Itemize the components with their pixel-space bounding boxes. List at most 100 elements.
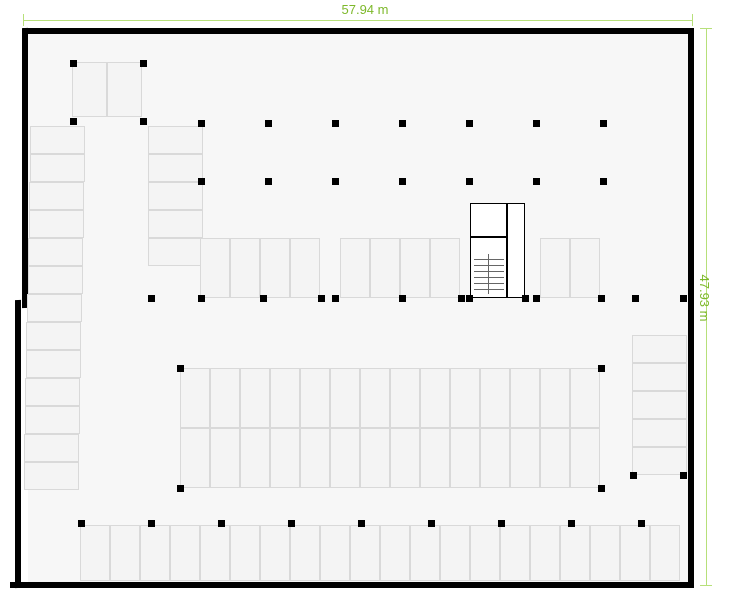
column-marker	[218, 520, 225, 527]
column-marker	[78, 520, 85, 527]
dim-height-label: 47.93 m	[697, 274, 712, 321]
parking-stall	[570, 238, 600, 298]
parking-stall	[200, 238, 230, 298]
stair-tread	[474, 289, 504, 290]
parking-stall	[590, 525, 620, 581]
parking-stall	[350, 525, 380, 581]
column-marker	[332, 120, 339, 127]
column-marker	[638, 520, 645, 527]
parking-stall	[390, 428, 420, 488]
parking-stall	[260, 525, 290, 581]
parking-stall	[27, 294, 82, 322]
parking-stall	[380, 525, 410, 581]
parking-stall	[180, 368, 210, 428]
column-marker	[533, 120, 540, 127]
column-marker	[498, 520, 505, 527]
parking-stall	[570, 428, 600, 488]
parking-stall	[560, 525, 590, 581]
parking-stall	[300, 368, 330, 428]
column-marker	[598, 295, 605, 302]
column-marker	[198, 178, 205, 185]
outer-wall-top	[23, 28, 694, 34]
dim-tick	[692, 14, 693, 26]
parking-stall	[24, 462, 79, 490]
parking-stall	[200, 525, 230, 581]
parking-stall	[540, 368, 570, 428]
column-marker	[260, 295, 267, 302]
parking-stall	[260, 238, 290, 298]
column-marker	[598, 365, 605, 372]
parking-stall	[340, 238, 370, 298]
column-marker	[198, 295, 205, 302]
parking-stall	[330, 368, 360, 428]
column-marker	[533, 178, 540, 185]
column-marker	[522, 295, 529, 302]
parking-stall	[29, 210, 84, 238]
parking-stall	[230, 525, 260, 581]
parking-stall	[632, 447, 687, 475]
dim-width-label: 57.94 m	[342, 2, 389, 17]
parking-stall	[632, 391, 687, 419]
column-marker	[177, 485, 184, 492]
parking-stall	[510, 368, 540, 428]
parking-stall	[180, 428, 210, 488]
parking-stall	[170, 525, 200, 581]
column-marker	[680, 472, 687, 479]
parking-stall	[430, 238, 460, 298]
column-marker	[140, 118, 147, 125]
column-marker	[568, 520, 575, 527]
parking-stall	[26, 322, 81, 350]
column-marker	[148, 520, 155, 527]
parking-stall	[450, 368, 480, 428]
parking-stall	[110, 525, 140, 581]
column-marker	[600, 178, 607, 185]
parking-stall	[320, 525, 350, 581]
parking-stall	[25, 406, 80, 434]
dim-line-top	[23, 20, 693, 21]
core-divider	[471, 236, 506, 238]
stair-tread	[474, 283, 504, 284]
stair-tread	[474, 259, 504, 260]
parking-stall	[480, 368, 510, 428]
parking-stall	[140, 525, 170, 581]
dim-tick	[23, 14, 24, 26]
parking-stall	[370, 238, 400, 298]
parking-stall	[240, 428, 270, 488]
column-marker	[265, 178, 272, 185]
parking-stall	[632, 419, 687, 447]
column-marker	[600, 120, 607, 127]
column-marker	[332, 178, 339, 185]
column-marker	[70, 118, 77, 125]
parking-stall	[480, 428, 510, 488]
parking-stall	[29, 182, 84, 210]
column-marker	[148, 295, 155, 302]
core-divider	[506, 204, 508, 297]
parking-stall	[107, 62, 142, 117]
parking-stall	[148, 210, 203, 238]
parking-stall	[360, 368, 390, 428]
parking-stall	[148, 182, 203, 210]
column-marker	[399, 295, 406, 302]
parking-stall	[540, 238, 570, 298]
parking-stall	[30, 126, 85, 154]
parking-stall	[530, 525, 560, 581]
parking-stall	[360, 428, 390, 488]
outer-wall-right	[688, 28, 694, 588]
column-marker	[630, 472, 637, 479]
outer-wall-bottom	[10, 582, 694, 588]
parking-stall	[210, 368, 240, 428]
parking-stall	[210, 428, 240, 488]
column-marker	[399, 178, 406, 185]
column-marker	[428, 520, 435, 527]
column-marker	[598, 485, 605, 492]
parking-stall	[80, 525, 110, 581]
column-marker	[466, 295, 473, 302]
parking-stall	[510, 428, 540, 488]
column-marker	[177, 365, 184, 372]
parking-stall	[26, 350, 81, 378]
parking-stall	[300, 428, 330, 488]
column-marker	[466, 178, 473, 185]
parking-stall	[30, 154, 85, 182]
parking-stall	[420, 428, 450, 488]
column-marker	[318, 295, 325, 302]
